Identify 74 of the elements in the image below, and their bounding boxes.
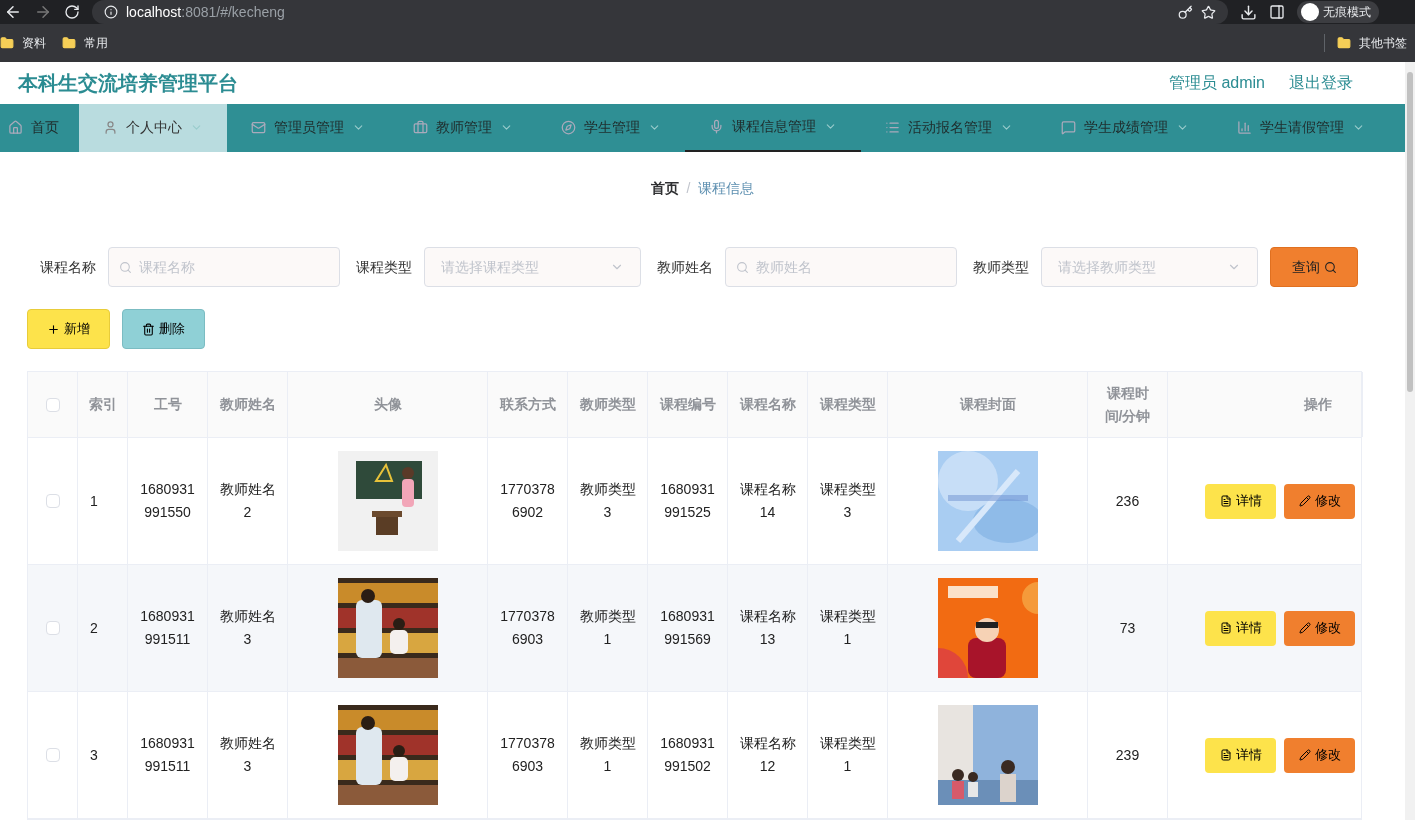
table-cell-text: 1680931991525 — [659, 480, 716, 522]
profile-chip[interactable]: 无痕模式 — [1297, 1, 1379, 23]
column-header: 课程封面 — [959, 395, 1016, 414]
nav-item[interactable]: 管理员管理 — [227, 103, 389, 152]
column-header: 头像 — [373, 395, 402, 414]
column-header: 联系方式 — [499, 395, 556, 414]
table-cell-text: 教师类型1 — [578, 607, 637, 649]
details-button[interactable]: 详情 — [1205, 483, 1276, 519]
nav-item[interactable]: 学生管理 — [537, 103, 685, 152]
table-cell-text: 17703786903 — [499, 607, 556, 649]
bookmark[interactable]: 常用 — [84, 34, 108, 52]
table-cell-text: 2 — [90, 618, 98, 638]
search-button[interactable]: 查询 — [1270, 247, 1358, 287]
add-button[interactable]: 新增 — [27, 309, 110, 349]
nav-item[interactable]: 课程信息管理 — [685, 103, 861, 152]
table-cell-text: 教师类型3 — [578, 480, 637, 522]
table-cell-text: 17703786902 — [499, 480, 556, 522]
edit-button[interactable]: 修改 — [1284, 610, 1355, 646]
nav-item[interactable]: 教师管理 — [389, 103, 537, 152]
column-header: 教师类型 — [579, 395, 636, 414]
column-header: 课程编号 — [659, 395, 716, 414]
column-header: 课程时间/分钟 — [1103, 383, 1152, 426]
table-cell-text: 1680931991511 — [139, 607, 196, 649]
filter-label: 课程类型 — [356, 257, 412, 277]
details-button[interactable]: 详情 — [1205, 737, 1276, 773]
filter-label: 教师类型 — [973, 257, 1029, 277]
nav-item[interactable]: 个人中心 — [79, 103, 227, 152]
table-cell-text: 课程名称12 — [738, 734, 797, 776]
edit-button[interactable]: 修改 — [1284, 737, 1355, 773]
table-cell-text: 教师姓名3 — [218, 734, 277, 776]
address-bar[interactable]: localhost:8081/#/kecheng — [92, 0, 1228, 24]
table-cell-text: 1680931991569 — [659, 607, 716, 649]
filter-label: 教师姓名 — [657, 257, 713, 277]
nav-item[interactable]: 活动报名管理 — [861, 103, 1037, 152]
table-cell-text: 73 — [1119, 618, 1136, 638]
table-cell-text: 课程类型1 — [818, 607, 877, 649]
bookmark[interactable]: 资料 — [22, 34, 46, 52]
search-field[interactable]: 课程名称 — [108, 247, 340, 287]
breadcrumb-item[interactable]: 首页 — [650, 178, 679, 199]
bookmark-folder[interactable]: 其他书签 — [1359, 34, 1407, 52]
url-text: localhost:8081/#/kecheng — [126, 2, 285, 22]
column-header: 工号 — [153, 395, 182, 414]
column-header: 教师姓名 — [219, 395, 276, 414]
nav-item[interactable]: 首页 — [0, 103, 79, 152]
column-header: 索引 — [88, 395, 117, 414]
column-header: 课程名称 — [739, 395, 796, 414]
delete-button[interactable]: 删除 — [122, 309, 205, 349]
table-cell-text: 课程类型1 — [818, 734, 877, 776]
table-cell-text: 1 — [90, 491, 98, 511]
table-cell-text: 3 — [90, 745, 98, 765]
table-cell-text: 课程类型3 — [818, 480, 877, 522]
user-label: 管理员 admin — [1168, 72, 1265, 93]
table-cell-text: 236 — [1115, 491, 1140, 511]
table-cell-text: 1680931991502 — [659, 734, 716, 776]
table-cell-text: 239 — [1115, 745, 1140, 765]
table-cell-text: 1680931991511 — [139, 734, 196, 776]
details-button[interactable]: 详情 — [1205, 610, 1276, 646]
app-title: 本科生交流培养管理平台 — [18, 70, 238, 96]
nav-item[interactable]: 学生成绩管理 — [1037, 103, 1213, 152]
breadcrumb-item: 课程信息 — [698, 179, 755, 198]
table-cell-text: 课程名称13 — [738, 607, 797, 649]
filter-label: 课程名称 — [40, 257, 96, 277]
table-cell-text: 教师姓名3 — [218, 607, 277, 649]
column-header: 课程类型 — [819, 395, 876, 414]
table-cell-text: 教师类型1 — [578, 734, 637, 776]
edit-button[interactable]: 修改 — [1284, 483, 1355, 519]
column-header: 操作 — [1304, 395, 1332, 414]
nav-item[interactable]: 学生请假管理 — [1213, 103, 1389, 152]
table-cell-text: 课程名称14 — [738, 480, 797, 522]
table-cell-text: 1680931991550 — [139, 480, 196, 522]
table-cell-text: 17703786903 — [499, 734, 556, 776]
logout-link[interactable]: 退出登录 — [1289, 70, 1353, 95]
breadcrumb-separator: / — [686, 179, 691, 198]
table-cell-text: 教师姓名2 — [218, 480, 277, 522]
